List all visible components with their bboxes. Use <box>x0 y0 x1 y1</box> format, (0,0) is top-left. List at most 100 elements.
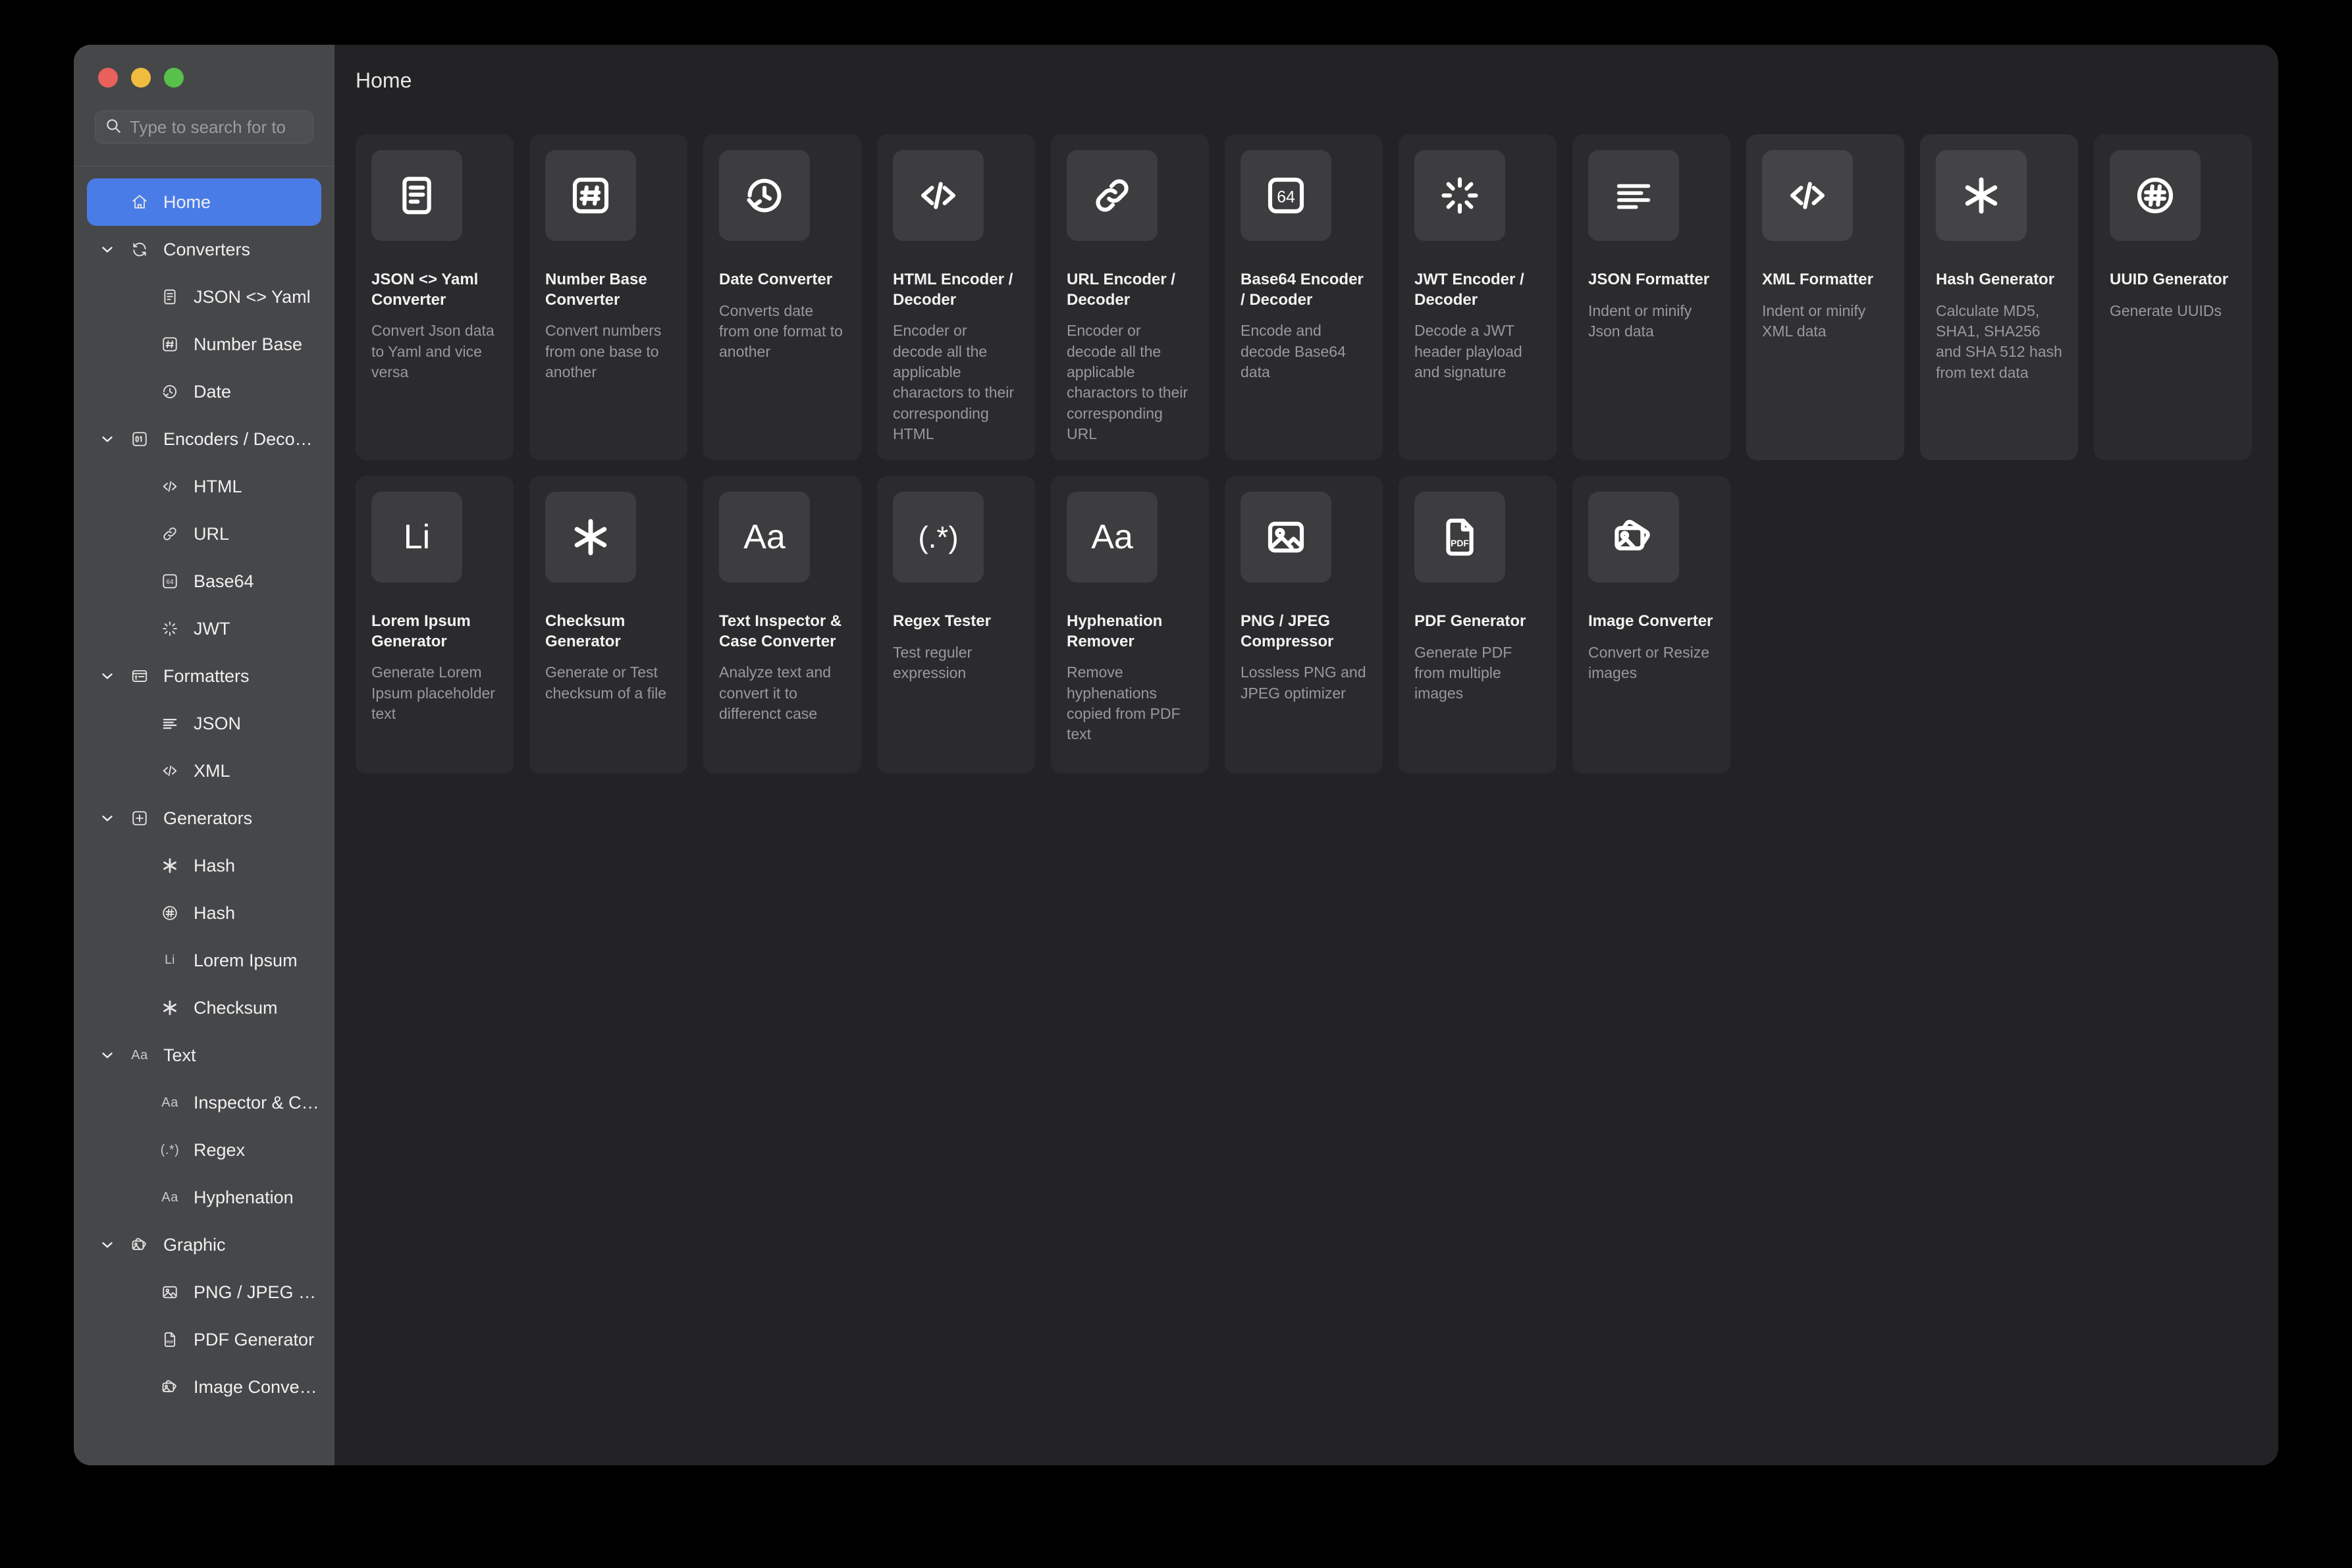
tool-card-title: PDF Generator <box>1414 612 1526 631</box>
maximize-button[interactable] <box>164 68 184 88</box>
chevron-down-icon[interactable] <box>92 241 122 258</box>
sidebar-item-label: Hash <box>194 902 236 923</box>
sidebar-item-label: XML <box>194 760 230 781</box>
svg-text:PDF: PDF <box>1451 538 1469 548</box>
asterisk-icon <box>545 492 636 583</box>
tool-card[interactable]: URL Encoder / Decoder Encoder or decode a… <box>1051 134 1209 461</box>
tool-card[interactable]: Hash Generator Calculate MD5, SHA1, SHA25… <box>1920 134 2078 461</box>
tool-card[interactable]: Image Converter Convert or Resize images <box>1572 476 1730 774</box>
sidebar-item-formatters[interactable]: Formatters <box>87 652 321 700</box>
tool-card[interactable]: JWT Encoder / Decoder Decode a JWT header… <box>1399 134 1557 461</box>
hash-circle-icon <box>153 904 187 922</box>
tool-card[interactable]: UUID Generator Generate UUIDs <box>2094 134 2252 461</box>
sidebar-item-json-yaml[interactable]: JSON <> Yaml <box>87 273 321 321</box>
chevron-down-icon[interactable] <box>92 431 122 448</box>
sidebar-item-image-converter[interactable]: Image Converter <box>87 1363 321 1411</box>
tool-card-description: Encoder or decode all the applicable cha… <box>893 322 1015 442</box>
sidebar-item-encoders-decoders[interactable]: Encoders / Decoders <box>87 415 321 463</box>
tool-card[interactable]: HTML Encoder / Decoder Encoder or decode … <box>877 134 1035 461</box>
tool-card[interactable]: JSON Formatter Indent or minify Json data <box>1572 134 1730 461</box>
li-text-icon: Li <box>165 953 175 967</box>
tool-card[interactable]: PDF PDF Generator Generate PDF from multip… <box>1399 476 1557 774</box>
refresh-icon <box>122 241 157 258</box>
minimize-button[interactable] <box>131 68 151 88</box>
sidebar-item-label: URL <box>194 523 230 544</box>
sidebar-item-hyphenation[interactable]: Aa Hyphenation <box>87 1174 321 1221</box>
tool-card-description: Indent or minify Json data <box>1588 301 1692 340</box>
sidebar-item-label: PNG / JPEG Compr... <box>194 1282 321 1302</box>
sidebar-item-label: Base64 <box>194 571 254 591</box>
code-icon <box>893 150 984 241</box>
tool-card-title: PNG / JPEG Compressor <box>1241 612 1334 650</box>
sidebar-item-label: Checksum <box>194 997 278 1018</box>
sidebar-item-text[interactable]: Aa Text <box>87 1032 321 1079</box>
sidebar-item-hash[interactable]: Hash <box>87 842 321 889</box>
sidebar-item-label: JSON <> Yaml <box>194 286 311 307</box>
sidebar-item-lorem-ipsum[interactable]: Li Lorem Ipsum <box>87 937 321 984</box>
sidebar-item-json[interactable]: JSON <box>87 700 321 747</box>
sidebar-item-number-base[interactable]: Number Base <box>87 321 321 368</box>
chevron-down-icon[interactable] <box>92 810 122 827</box>
sidebar-item-hash[interactable]: Hash <box>87 889 321 937</box>
link-icon <box>1067 150 1158 241</box>
tool-card-title: Date Converter <box>719 271 833 288</box>
sidebar-item-label: Graphic <box>163 1234 226 1255</box>
tool-card-description: Convert Json data to Yaml and vice versa <box>371 322 494 380</box>
search-box[interactable] <box>95 111 313 144</box>
tool-card-description: Generate UUIDs <box>2110 301 2222 319</box>
sidebar-item-date[interactable]: Date <box>87 368 321 415</box>
chevron-down-icon[interactable] <box>92 1236 122 1253</box>
aa-text-icon: Aa <box>1067 492 1158 583</box>
sidebar-item-url[interactable]: URL <box>87 510 321 558</box>
pdf-file-icon: PDF <box>1414 492 1505 583</box>
tool-card-title: JWT Encoder / Decoder <box>1414 271 1524 309</box>
home-icon <box>122 194 157 211</box>
tool-card-description: Generate Lorem Ipsum placeholder text <box>371 664 495 722</box>
sidebar-item-converters[interactable]: Converters <box>87 226 321 273</box>
tool-card[interactable]: Aa Hyphenation Remover Remove hyphenations… <box>1051 476 1209 774</box>
sidebar-item-checksum[interactable]: Checksum <box>87 984 321 1032</box>
aa-text-icon: Aa <box>131 1047 148 1062</box>
tool-card[interactable]: Li Lorem Ipsum Generator Generate Lorem Ip… <box>356 476 514 774</box>
sidebar-item-base64[interactable]: 64 Base64 <box>87 558 321 605</box>
main-content: Home JSON <> Yaml Converter Convert Json … <box>334 45 2278 1465</box>
sidebar-item-label: Generators <box>163 808 253 828</box>
tool-card-title: JSON Formatter <box>1588 271 1710 288</box>
sidebar-item-html[interactable]: HTML <box>87 463 321 510</box>
sidebar-item-jwt[interactable]: JWT <box>87 605 321 652</box>
svg-text:64: 64 <box>166 579 174 586</box>
aa-text-icon: Aa <box>719 492 810 583</box>
tool-card-description: Indent or minify XML data <box>1762 301 1866 340</box>
sidebar-item-label: Lorem Ipsum <box>194 950 298 970</box>
sidebar-item-graphic[interactable]: Graphic <box>87 1221 321 1268</box>
tool-card[interactable]: XML Formatter Indent or minify XML data <box>1746 134 1904 461</box>
close-button[interactable] <box>98 68 118 88</box>
regex-icon: (.*) <box>160 1142 180 1157</box>
panel-list-icon <box>122 667 157 685</box>
chevron-down-icon[interactable] <box>92 1047 122 1064</box>
tool-card-description: Convert numbers from one base to another <box>545 322 662 380</box>
sidebar-item-home[interactable]: Home <box>87 178 321 226</box>
sidebar-item-png-jpeg-compr[interactable]: PNG / JPEG Compr... <box>87 1268 321 1316</box>
sidebar-item-label: Hyphenation <box>194 1187 294 1207</box>
tool-grid: JSON <> Yaml Converter Convert Json data … <box>356 134 2258 774</box>
tool-card[interactable]: Checksum Generator Generate or Test check… <box>529 476 687 774</box>
sidebar-item-xml[interactable]: XML <box>87 747 321 795</box>
tool-card[interactable]: 64 Base64 Encoder / Decoder Encode and dec… <box>1225 134 1383 461</box>
sidebar-item-pdf-generator[interactable]: PDF PDF Generator <box>87 1316 321 1363</box>
tool-card[interactable]: Date Converter Converts date from one for… <box>703 134 861 461</box>
tool-card-description: Generate or Test checksum of a file <box>545 664 667 702</box>
tool-card[interactable]: Aa Text Inspector & Case Converter Analyze… <box>703 476 861 774</box>
sidebar-item-inspector-case-c[interactable]: Aa Inspector & Case C... <box>87 1079 321 1126</box>
search-container <box>74 111 334 166</box>
chevron-down-icon[interactable] <box>92 667 122 685</box>
tool-card[interactable]: PNG / JPEG Compressor Lossless PNG and JP… <box>1225 476 1383 774</box>
sidebar-item-generators[interactable]: Generators <box>87 795 321 842</box>
tool-card-description: Calculate MD5, SHA1, SHA256 and SHA 512 … <box>1936 301 2062 381</box>
search-input[interactable] <box>130 117 304 138</box>
tool-card[interactable]: Number Base Converter Convert numbers fro… <box>529 134 687 461</box>
tool-card[interactable]: (.*) Regex Tester Test reguler expression <box>877 476 1035 774</box>
sidebar-item-regex[interactable]: (.*) Regex <box>87 1126 321 1174</box>
tool-card[interactable]: JSON <> Yaml Converter Convert Json data … <box>356 134 514 461</box>
sidebar-item-label: Converters <box>163 239 251 259</box>
